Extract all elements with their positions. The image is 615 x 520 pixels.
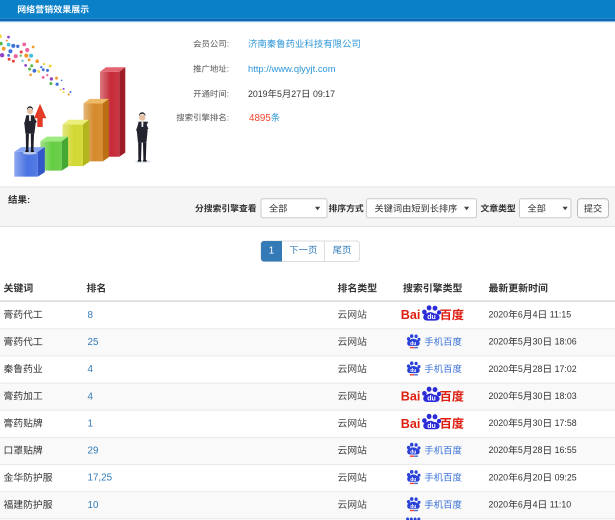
svg-text:17:58: 17:58 bbox=[552, 418, 577, 428]
svg-text:5: 5 bbox=[277, 89, 282, 99]
svg-text:10: 10 bbox=[88, 500, 99, 511]
svg-text:28: 28 bbox=[533, 445, 543, 455]
svg-text:18:03: 18:03 bbox=[552, 391, 577, 401]
svg-text:11:15: 11:15 bbox=[547, 310, 571, 320]
svg-text:6: 6 bbox=[518, 310, 523, 320]
svg-text:2019: 2019 bbox=[248, 89, 268, 99]
svg-text:1: 1 bbox=[88, 418, 93, 429]
svg-text:Bai: Bai bbox=[401, 390, 421, 404]
svg-text:2020: 2020 bbox=[489, 310, 509, 320]
svg-text:4: 4 bbox=[533, 310, 538, 320]
svg-text:20: 20 bbox=[533, 472, 543, 482]
svg-text:du: du bbox=[427, 314, 436, 321]
svg-text:4: 4 bbox=[533, 500, 538, 510]
svg-text:2020: 2020 bbox=[489, 337, 509, 347]
svg-text:du: du bbox=[410, 477, 416, 483]
svg-text:27: 27 bbox=[291, 89, 301, 99]
svg-text:09:25: 09:25 bbox=[552, 472, 577, 482]
svg-text:29: 29 bbox=[88, 446, 99, 457]
svg-text:25: 25 bbox=[88, 337, 99, 348]
svg-text::: : bbox=[227, 89, 229, 99]
svg-text:1: 1 bbox=[269, 245, 274, 256]
svg-text:16:55: 16:55 bbox=[552, 445, 577, 455]
svg-text:5: 5 bbox=[518, 337, 523, 347]
svg-text:2020: 2020 bbox=[489, 472, 509, 482]
svg-text:5: 5 bbox=[518, 391, 523, 401]
svg-text::: : bbox=[227, 64, 229, 74]
svg-text:17:02: 17:02 bbox=[552, 364, 577, 374]
svg-text:28: 28 bbox=[533, 364, 543, 374]
svg-text:du: du bbox=[410, 504, 416, 510]
svg-text:30: 30 bbox=[533, 418, 543, 428]
svg-text:09:17: 09:17 bbox=[311, 89, 336, 99]
svg-text:4: 4 bbox=[88, 391, 94, 402]
svg-text:2020: 2020 bbox=[489, 500, 509, 510]
svg-text:5: 5 bbox=[518, 364, 523, 374]
svg-text:du: du bbox=[410, 341, 416, 347]
svg-text:6: 6 bbox=[518, 472, 523, 482]
svg-text:du: du bbox=[427, 423, 436, 430]
svg-text:5: 5 bbox=[518, 418, 523, 428]
svg-text:8: 8 bbox=[88, 310, 94, 321]
svg-text::: : bbox=[27, 195, 30, 206]
svg-text:30: 30 bbox=[533, 337, 543, 347]
svg-text:5: 5 bbox=[518, 445, 523, 455]
svg-text:2020: 2020 bbox=[489, 445, 509, 455]
svg-text:6: 6 bbox=[518, 500, 523, 510]
svg-text:18:06: 18:06 bbox=[552, 337, 577, 347]
svg-text:4: 4 bbox=[88, 364, 94, 375]
svg-text:30: 30 bbox=[533, 391, 543, 401]
svg-text:2020: 2020 bbox=[489, 418, 509, 428]
svg-text::: : bbox=[227, 112, 229, 122]
svg-text:2020: 2020 bbox=[489, 364, 509, 374]
svg-text:2020: 2020 bbox=[489, 391, 509, 401]
svg-text:Bai: Bai bbox=[401, 308, 421, 322]
svg-text:11:10: 11:10 bbox=[547, 500, 571, 510]
svg-text:http://www.qlyyjt.com: http://www.qlyyjt.com bbox=[248, 63, 336, 74]
svg-text:du: du bbox=[427, 396, 436, 403]
svg-text:du: du bbox=[410, 368, 416, 374]
svg-text:du: du bbox=[410, 450, 416, 456]
svg-text:17,25: 17,25 bbox=[88, 473, 113, 484]
svg-text::: : bbox=[227, 39, 229, 49]
svg-text:4895: 4895 bbox=[249, 113, 271, 124]
svg-text:Bai: Bai bbox=[401, 417, 421, 431]
